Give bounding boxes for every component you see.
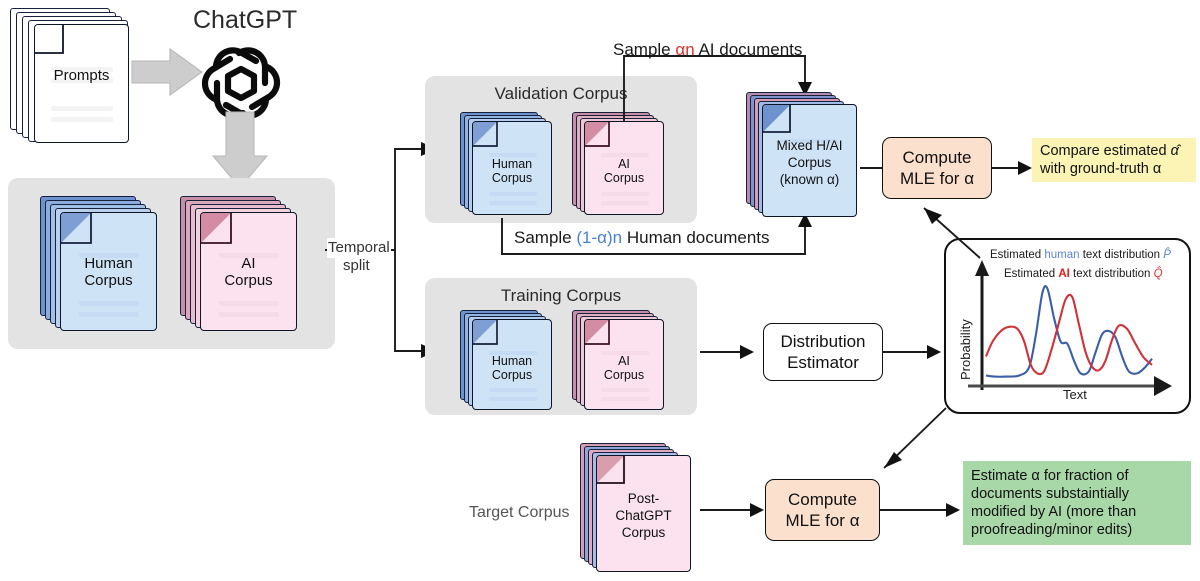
compute-mle-top-line1: Compute [902, 148, 972, 167]
mixed-front-sheet [762, 104, 857, 217]
training-ai-rule-2 [601, 388, 649, 392]
sample-ai-note-prefix: Sample [613, 40, 676, 59]
base-ai-front-sheet [200, 212, 297, 331]
training-human-corpus-stack[interactable]: Human Corpus [460, 310, 565, 410]
temporal-split-label-line1: Temporal [327, 238, 391, 258]
arrow-training-to-estimator [700, 345, 754, 359]
compare-line1: Compare estimated α̂ [1040, 142, 1179, 160]
compute-mle-bottom-line2: MLE for α [785, 511, 860, 530]
post-chatgpt-corpus-stack[interactable]: Post- ChatGPT Corpus [580, 443, 710, 573]
compute-mle-bottom-line1: Compute [788, 490, 857, 509]
validation-human-rule-2 [489, 192, 537, 196]
estimate-alpha-box: Estimate α for fraction of documents sub… [963, 461, 1191, 545]
arrow-estimator-to-chart [883, 345, 941, 359]
sample-human-note-suffix: Human documents [622, 228, 770, 247]
arrow-target-to-mle-bottom [700, 503, 764, 517]
estimate-line2: documents substaintially [971, 486, 1129, 502]
estimate-line1: Estimate α for fraction of [971, 468, 1129, 484]
sample-ai-note-suffix: AI documents [694, 40, 803, 59]
arrow-mle-bottom-to-estimate [880, 503, 960, 517]
compute-mle-top-line2: MLE for α [899, 169, 975, 188]
arrow-chart-to-mle-top [923, 207, 981, 259]
prompts-rule-2 [51, 78, 113, 83]
base-ai-rule-3 [219, 312, 279, 317]
validation-human-rule-3 [489, 201, 537, 205]
chart-curve-ai [985, 293, 1153, 376]
prompts-fold-outline [35, 25, 64, 54]
sample-human-note: Sample (1-α)n Human documents [511, 228, 773, 248]
validation-ai-rule-3 [601, 201, 649, 205]
sample-ai-note: Sample αn AI documents [613, 40, 802, 60]
distribution-estimator-line1: Distribution [780, 332, 866, 351]
sample-human-note-prefix: Sample [514, 228, 577, 247]
arrowhead-training-to-estimator [740, 345, 754, 359]
compute-mle-bottom-box[interactable]: Compute MLE for α [765, 479, 880, 541]
chatgpt-title: ChatGPT [193, 6, 298, 34]
validation-ai-rule-2 [601, 192, 649, 196]
sample-ai-note-math: αn [675, 40, 695, 59]
validation-ai-rule-1 [601, 153, 649, 157]
distribution-estimator-line2: Estimator [787, 353, 859, 372]
training-ai-rule-1 [601, 351, 649, 355]
prompts-front-sheet [34, 24, 129, 143]
chart-curve-human [985, 285, 1153, 378]
prompts-rule-3 [51, 106, 113, 111]
target-corpus-label: Target Corpus [469, 504, 570, 521]
mixed-corpus-stack[interactable]: Mixed H/AI Corpus (known α) [746, 92, 876, 222]
validation-human-rule-1 [489, 153, 537, 157]
base-human-rule-1 [79, 253, 139, 258]
compare-line1-math: α̂ [1170, 143, 1179, 159]
base-human-rule-2 [79, 301, 139, 306]
chart-ylabel: Probability [958, 319, 973, 380]
estimate-line3: modified by AI (more than [971, 504, 1137, 520]
training-ai-rule-3 [601, 397, 649, 401]
compute-mle-top-box[interactable]: Compute MLE for α [882, 137, 992, 199]
validation-human-corpus-stack[interactable]: Human Corpus [460, 112, 565, 217]
training-human-front-sheet [472, 319, 552, 410]
arrowhead-mle-top-to-compare [1018, 161, 1032, 175]
base-ai-rule-1 [219, 253, 279, 258]
post-chatgpt-fold-outline [597, 456, 625, 484]
post-chatgpt-front-sheet [596, 455, 691, 572]
compare-line1-prefix: Compare estimated [1040, 143, 1171, 159]
training-ai-corpus-stack[interactable]: AI Corpus [572, 310, 677, 410]
arrowhead-mle-bottom-to-estimate [946, 503, 960, 517]
chart-x-axis-arrowhead [1154, 376, 1172, 396]
arrowhead-estimator-to-chart [927, 345, 941, 359]
sample-human-note-math: (1-α)n [576, 228, 623, 247]
compare-estimate-box: Compare estimated α̂ with ground-truth α [1032, 138, 1196, 182]
chart-xlabel: Text [1063, 387, 1087, 402]
training-human-rule-3 [489, 397, 537, 401]
training-ai-front-sheet [584, 319, 664, 410]
base-human-front-sheet [60, 212, 157, 331]
base-ai-rule-2 [219, 301, 279, 306]
arrowhead-target-to-mle-bottom [750, 503, 764, 517]
prompts-rule-4 [51, 117, 113, 122]
training-human-rule-1 [489, 351, 537, 355]
estimate-line4: proofreading/minor edits) [971, 522, 1133, 538]
base-human-corpus-stack[interactable]: Human Corpus [40, 196, 165, 331]
distribution-estimator-box[interactable]: Distribution Estimator [763, 323, 883, 381]
prompts-document-stack: Prompts [10, 8, 140, 143]
training-human-rule-2 [489, 388, 537, 392]
mixed-rule-1 [780, 139, 838, 143]
temporal-split-label-line2: split [342, 256, 371, 276]
mixed-fold-outline [763, 105, 791, 133]
prompts-rule-1 [51, 67, 113, 72]
base-human-rule-3 [79, 312, 139, 317]
compare-line2: with ground-truth α [1040, 161, 1162, 177]
base-ai-corpus-stack[interactable]: AI Corpus [180, 196, 305, 331]
validation-human-front-sheet [472, 121, 552, 215]
